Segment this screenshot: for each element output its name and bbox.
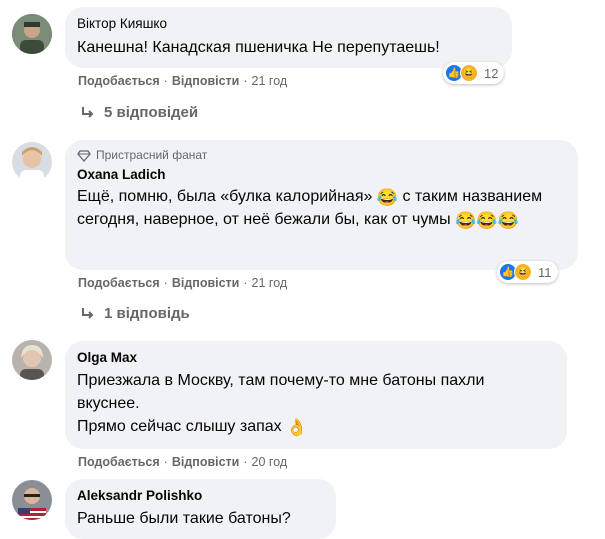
fan-badge-label: Пристрасний фанат [96, 148, 208, 162]
view-replies-link[interactable]: 5 відповідей [80, 104, 198, 121]
like-button[interactable]: Подобається [78, 455, 160, 469]
reaction-summary[interactable]: 👍 😆 11 [497, 261, 558, 283]
reply-button[interactable]: Відповісти [172, 276, 240, 290]
comment-author[interactable]: Aleksandr Polishko [77, 487, 324, 504]
avatar-image [12, 14, 52, 54]
comment-text-part: Ещё, помню, была «булка калорийная» [77, 188, 377, 205]
diamond-icon [77, 149, 91, 162]
comment-time[interactable]: 21 год [252, 74, 288, 88]
haha-icon: 😆 [514, 263, 532, 281]
reply-button[interactable]: Відповісти [172, 455, 240, 469]
comment-bubble: Olga Max Приезжала в Москву, там почему-… [65, 341, 567, 449]
avatar[interactable] [12, 340, 52, 380]
avatar[interactable] [12, 142, 52, 182]
reaction-summary[interactable]: 👍 😆 12 [443, 62, 505, 84]
tears-of-joy-emoji: 😂 [476, 211, 498, 230]
comment-bubble: Пристрасний фанат Oxana Ladich Ещё, помн… [65, 140, 578, 270]
comment-text: Раньше были такие батоны? [77, 510, 291, 527]
comment-text: Ещё, помню, была «булка калорийная» 😂 с … [77, 185, 566, 231]
replies-count: 5 відповідей [104, 104, 199, 121]
ok-hand-emoji: 👌 [286, 418, 308, 437]
reply-button[interactable]: Відповісти [172, 74, 240, 88]
comment-author[interactable]: Oxana Ladich [77, 166, 566, 183]
comment-time[interactable]: 21 год [252, 276, 288, 290]
tears-of-joy-emoji: 😂 [455, 211, 477, 230]
reply-arrow-icon [82, 307, 94, 319]
fan-badge[interactable]: Пристрасний фанат [77, 148, 566, 163]
avatar[interactable] [12, 480, 52, 520]
comment-text-part: Прямо сейчас слышу запах [77, 418, 287, 435]
tears-of-joy-emoji: 😂 [497, 211, 519, 230]
avatar-image [12, 480, 52, 520]
comment-actions: Подобається · Відповісти · 20 год [78, 455, 288, 469]
tears-of-joy-emoji: 😂 [376, 188, 398, 207]
comment-bubble: Віктор Кияшко Канешна! Канадская пшеничк… [65, 7, 512, 68]
like-button[interactable]: Подобається [78, 74, 160, 88]
reaction-count: 12 [484, 65, 499, 81]
comment-actions: Подобається · Відповісти · 21 год [78, 74, 288, 88]
avatar-image [12, 142, 52, 182]
avatar[interactable] [12, 14, 52, 54]
comment-actions: Подобається · Відповісти · 21 год [78, 276, 288, 290]
reply-arrow-icon [82, 106, 94, 118]
comment-text: Канешна! Канадская пшеничка Не перепутае… [77, 39, 440, 56]
avatar-image [12, 340, 52, 380]
comment-text-part: Приезжала в Москву, там почему-то мне ба… [77, 372, 485, 412]
comment-time[interactable]: 20 год [252, 455, 288, 469]
comment-author[interactable]: Віктор Кияшко [77, 15, 500, 32]
comment-bubble: Aleksandr Polishko Раньше были такие бат… [65, 479, 336, 539]
reaction-count: 11 [538, 264, 552, 280]
like-button[interactable]: Подобається [78, 276, 160, 290]
comment-author[interactable]: Olga Max [77, 349, 555, 366]
comment-text: Приезжала в Москву, там почему-то мне ба… [77, 369, 517, 438]
replies-count: 1 відповідь [104, 305, 190, 322]
haha-icon: 😆 [460, 64, 478, 82]
view-replies-link[interactable]: 1 відповідь [80, 305, 190, 322]
